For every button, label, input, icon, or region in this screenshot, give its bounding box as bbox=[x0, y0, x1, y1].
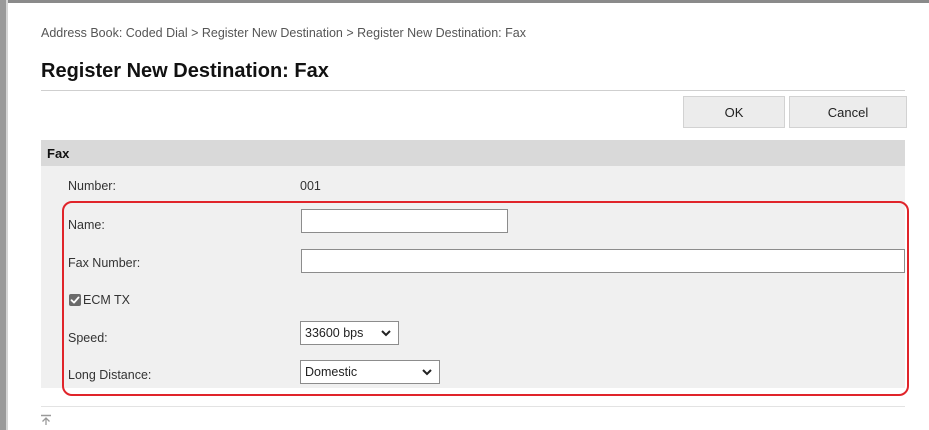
chevron-down-icon bbox=[422, 369, 432, 376]
long-distance-select[interactable]: Domestic bbox=[300, 360, 440, 384]
number-label: Number: bbox=[68, 179, 116, 193]
page-title: Register New Destination: Fax bbox=[41, 60, 329, 82]
speed-select[interactable]: 33600 bps bbox=[300, 321, 399, 345]
speed-label: Speed: bbox=[68, 331, 108, 345]
long-distance-select-value: Domestic bbox=[305, 365, 358, 379]
ecm-tx-label: ECM TX bbox=[83, 293, 130, 307]
window-frame-left-inner bbox=[6, 0, 8, 430]
chevron-down-icon bbox=[381, 330, 391, 337]
fax-number-input[interactable] bbox=[301, 249, 905, 273]
name-input[interactable] bbox=[301, 209, 508, 233]
back-to-top-icon[interactable] bbox=[40, 414, 52, 426]
speed-select-value: 33600 bps bbox=[305, 326, 364, 340]
footer-divider bbox=[41, 406, 905, 407]
window-frame-top bbox=[0, 0, 929, 3]
fax-number-label: Fax Number: bbox=[68, 256, 141, 270]
name-label: Name: bbox=[68, 218, 105, 232]
fax-section: Fax Number: 001 Name: Fax Number: ECM TX… bbox=[41, 140, 905, 388]
check-icon bbox=[70, 296, 80, 304]
cancel-button[interactable]: Cancel bbox=[789, 96, 907, 128]
breadcrumb: Address Book: Coded Dial > Register New … bbox=[41, 26, 526, 40]
section-title: Fax bbox=[47, 146, 70, 161]
ok-button[interactable]: OK bbox=[683, 96, 785, 128]
long-distance-label: Long Distance: bbox=[68, 368, 152, 382]
ecm-tx-checkbox[interactable] bbox=[69, 294, 81, 306]
toolbar: OK Cancel bbox=[683, 96, 907, 128]
title-divider bbox=[41, 90, 905, 91]
number-value: 001 bbox=[300, 179, 321, 193]
section-header: Fax bbox=[41, 140, 905, 166]
